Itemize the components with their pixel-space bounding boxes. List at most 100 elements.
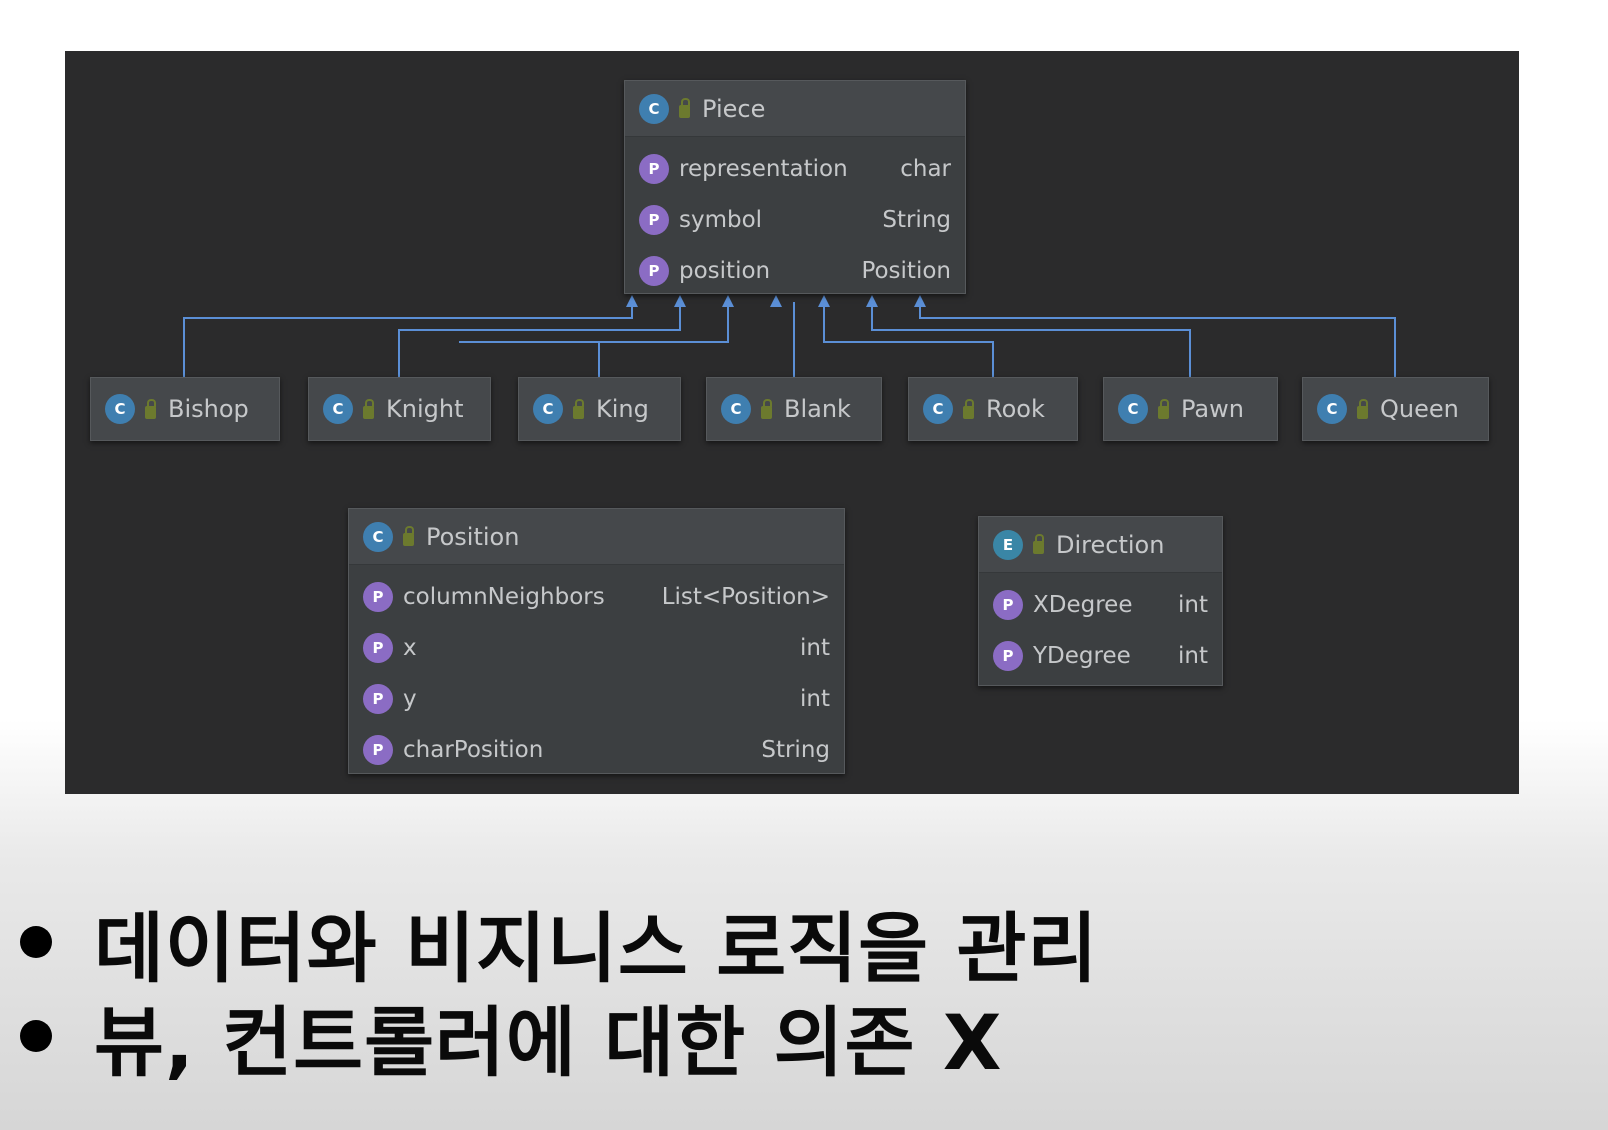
pawn-header: C Pawn — [1104, 378, 1277, 440]
lock-icon — [761, 398, 772, 419]
uml-class-diagram: C Piece P representation char P symbol S… — [65, 51, 1519, 794]
king-header: C King — [519, 378, 680, 440]
field-name: XDegree — [1033, 591, 1133, 618]
field-row: P XDegree int — [993, 579, 1208, 630]
property-icon: P — [639, 153, 669, 184]
field-type: char — [900, 155, 951, 182]
property-icon: P — [639, 255, 669, 286]
position-header: C Position — [349, 509, 844, 565]
bishop-header: C Bishop — [91, 378, 279, 440]
property-icon: P — [993, 640, 1023, 671]
field-type: List<Position> — [661, 583, 830, 610]
direction-header: E Direction — [979, 517, 1222, 573]
field-name: position — [679, 257, 771, 284]
field-row: P position Position — [639, 245, 951, 296]
bullet-item: 데이터와 비지니스 로직을 관리 — [20, 895, 1098, 993]
field-type: int — [1178, 642, 1208, 669]
bullet-item: 뷰, 컨트롤러에 대한 의존 X — [20, 989, 1098, 1087]
field-type: Position — [861, 257, 951, 284]
property-icon: P — [363, 734, 393, 765]
property-icon: P — [363, 683, 393, 714]
edge-rook-to-piece — [823, 302, 994, 377]
lock-icon — [363, 398, 374, 419]
property-icon: P — [363, 581, 393, 612]
class-title: Position — [426, 522, 520, 551]
bishop-class[interactable]: C Bishop — [90, 377, 280, 441]
class-icon: C — [323, 394, 353, 424]
class-icon: C — [1317, 394, 1347, 424]
blank-class[interactable]: C Blank — [706, 377, 882, 441]
blank-header: C Blank — [707, 378, 881, 440]
property-icon: P — [993, 589, 1023, 620]
bullet-list: 데이터와 비지니스 로직을 관리 뷰, 컨트롤러에 대한 의존 X — [20, 895, 1098, 1087]
bullet-dot-icon — [20, 1020, 52, 1052]
lock-icon — [963, 398, 974, 419]
field-row: P columnNeighbors List<Position> — [363, 571, 830, 622]
property-icon: P — [363, 632, 393, 663]
class-title: Bishop — [168, 395, 249, 423]
king-class[interactable]: C King — [518, 377, 681, 441]
class-icon: C — [639, 93, 669, 124]
lock-icon — [573, 398, 584, 419]
pawn-class[interactable]: C Pawn — [1103, 377, 1278, 441]
class-icon: C — [721, 394, 751, 424]
property-icon: P — [639, 204, 669, 235]
field-type: String — [882, 206, 951, 233]
field-row: P representation char — [639, 143, 951, 194]
class-title: Rook — [986, 395, 1045, 423]
lock-icon — [145, 398, 156, 419]
queen-header: C Queen — [1303, 378, 1488, 440]
lock-icon — [403, 526, 414, 546]
edge-queen-to-piece — [919, 302, 1396, 377]
knight-class[interactable]: C Knight — [308, 377, 491, 441]
field-name: YDegree — [1033, 642, 1131, 669]
class-icon: C — [105, 394, 135, 424]
class-icon: C — [923, 394, 953, 424]
field-name: columnNeighbors — [403, 583, 605, 610]
class-title: Direction — [1056, 530, 1165, 559]
class-title: King — [596, 395, 649, 423]
edge-king-to-piece — [459, 302, 729, 377]
direction-enum[interactable]: E Direction P XDegree int P YDegree int — [978, 516, 1223, 686]
lock-icon — [1158, 398, 1169, 419]
field-row: P charPosition String — [363, 724, 830, 775]
field-row: P YDegree int — [993, 630, 1208, 681]
lock-icon — [1357, 398, 1368, 419]
field-name: charPosition — [403, 736, 544, 763]
class-title: Queen — [1380, 395, 1459, 423]
bullet-dot-icon — [20, 926, 52, 958]
field-name: x — [403, 634, 417, 661]
class-title: Knight — [386, 395, 464, 423]
lock-icon — [1033, 534, 1044, 554]
class-title: Piece — [702, 94, 766, 123]
rook-class[interactable]: C Rook — [908, 377, 1078, 441]
field-row: P x int — [363, 622, 830, 673]
field-name: symbol — [679, 206, 763, 233]
rook-header: C Rook — [909, 378, 1077, 440]
piece-class[interactable]: C Piece P representation char P symbol S… — [624, 80, 966, 294]
edge-knight-to-piece — [398, 302, 681, 377]
field-type: String — [761, 736, 830, 763]
class-title: Blank — [784, 395, 851, 423]
lock-icon — [679, 98, 690, 118]
queen-class[interactable]: C Queen — [1302, 377, 1489, 441]
field-type: int — [1178, 591, 1208, 618]
class-icon: C — [1118, 394, 1148, 424]
position-class[interactable]: C Position P columnNeighbors List<Positi… — [348, 508, 845, 774]
bullet-text: 뷰, 컨트롤러에 대한 의존 X — [94, 998, 1003, 1087]
edge-bishop-to-piece — [183, 302, 633, 377]
field-type: int — [800, 685, 830, 712]
field-type: int — [800, 634, 830, 661]
field-row: P symbol String — [639, 194, 951, 245]
knight-header: C Knight — [309, 378, 490, 440]
enum-icon: E — [993, 529, 1023, 560]
field-name: representation — [679, 155, 848, 182]
field-list: P XDegree int P YDegree int — [979, 573, 1222, 687]
field-list: P columnNeighbors List<Position> P x int… — [349, 565, 844, 781]
class-icon: C — [363, 521, 393, 552]
field-name: y — [403, 685, 417, 712]
piece-header: C Piece — [625, 81, 965, 137]
field-list: P representation char P symbol String P … — [625, 137, 965, 302]
field-row: P y int — [363, 673, 830, 724]
class-title: Pawn — [1181, 395, 1244, 423]
